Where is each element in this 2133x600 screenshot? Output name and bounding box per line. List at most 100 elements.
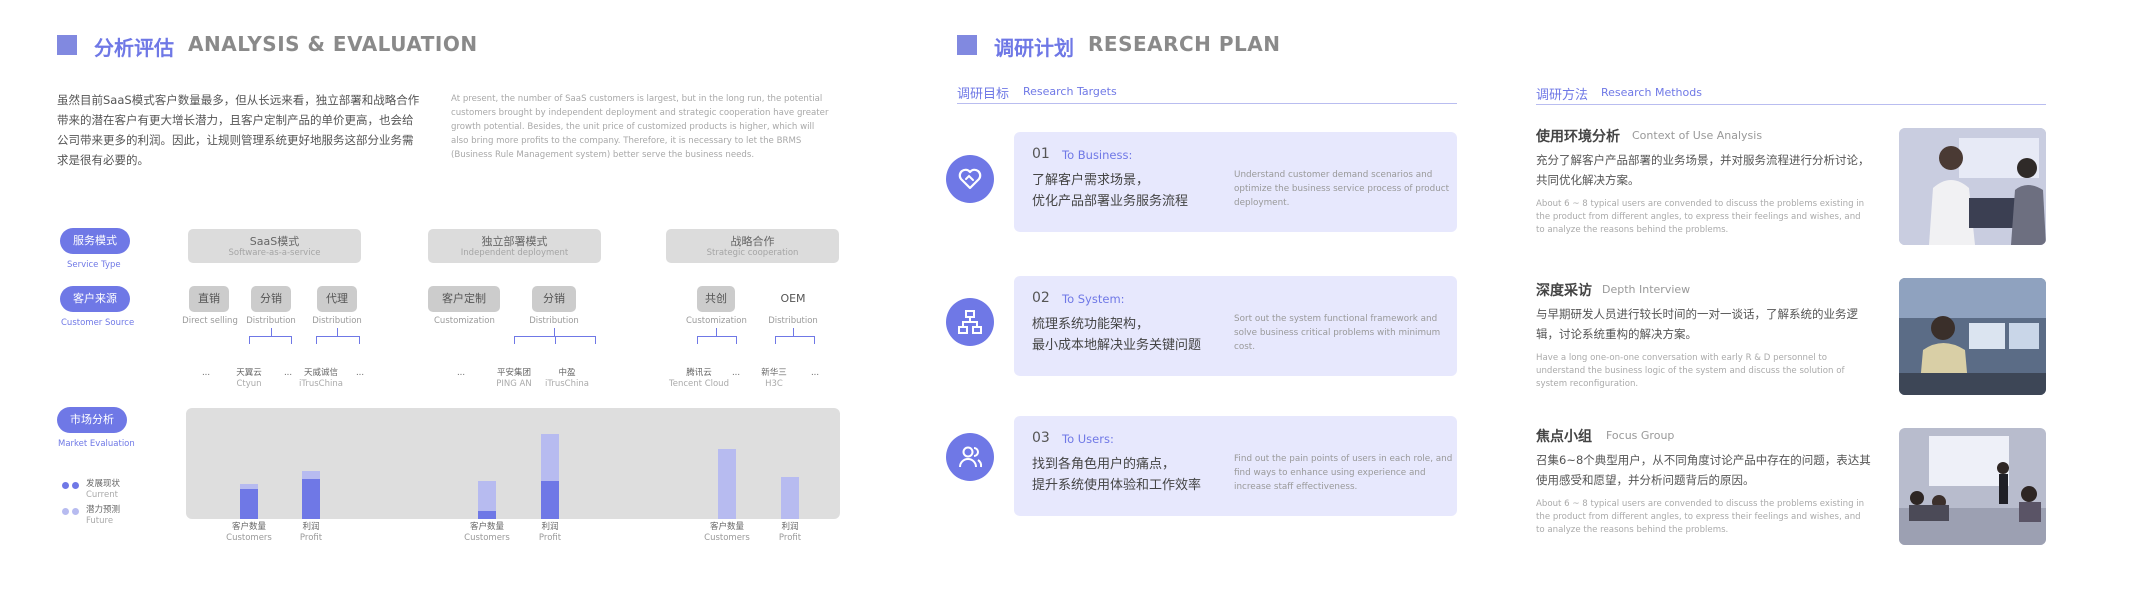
mode-sublabel: Strategic cooperation — [706, 248, 799, 258]
x-label-zh: 利润 — [541, 522, 559, 532]
chart-bar-future — [718, 449, 736, 519]
x-label-zh: 客户数量 — [231, 522, 266, 532]
photo-focus-group — [1899, 428, 2046, 545]
target-desc-en: Find out the pain points of users in eac… — [1234, 454, 1453, 492]
interview-photo-illustration — [1899, 278, 2046, 395]
target-desc-zh: 了解客户需求场景， 优化产品部署业务服务流程 — [1032, 170, 1188, 212]
methods-divider — [1536, 104, 2046, 105]
leaf-item: ... — [196, 368, 216, 379]
tree-line — [793, 328, 794, 336]
method-desc-zh: 与早期研发人员进行较长时间的一对一谈话，了解系统的业务逻辑，讨论系统重构的解决方… — [1536, 307, 1858, 341]
market-chart-area — [186, 408, 840, 519]
tree-line — [814, 336, 815, 344]
tree-line — [554, 328, 555, 336]
source-chip-direct: 直销 — [189, 286, 229, 312]
legend-en: Current — [86, 490, 118, 500]
target-audience: To Users: — [1062, 432, 1114, 446]
tree-line — [716, 328, 717, 336]
mode-box-strategic: 战略合作 Strategic cooperation — [666, 229, 839, 263]
method-desc-zh: 召集6~8个典型用户，从不同角度讨论产品中存在的问题，表达其使用感受和愿望，并分… — [1536, 453, 1871, 487]
method-desc-en: Have a long one-on-one conversation with… — [1536, 353, 1845, 389]
chart-bar-current — [478, 511, 496, 519]
target-line-1: 了解客户需求场景， — [1032, 173, 1150, 188]
leaf-zh: ... — [810, 368, 820, 378]
tree-line — [271, 328, 272, 336]
photo-depth-interview — [1899, 278, 2046, 395]
leaf-en: iTrusChina — [299, 379, 343, 389]
x-label-zh: 利润 — [781, 522, 799, 532]
row-label-service-type-en: Service Type — [67, 260, 121, 270]
chart-x-label: 客户数量 Customers — [219, 522, 279, 544]
target-card-system: 02 To System: 梳理系统功能架构， 最小成本地解决业务关键问题 Sor… — [1014, 276, 1457, 376]
chart-bar-current — [302, 479, 320, 519]
leaf-item: 天威诚信 iTrusChina — [296, 368, 346, 390]
target-line-2: 优化产品部署业务服务流程 — [1032, 194, 1189, 209]
tree-line — [316, 336, 317, 344]
chart-bar-future — [302, 471, 320, 479]
target-line-2: 最小成本地解决业务关键问题 — [1032, 338, 1202, 353]
tree-line — [337, 328, 338, 336]
legend-dot-future — [62, 508, 69, 515]
research-title-zh: 调研计划 — [994, 36, 1074, 60]
row-label-service-type: 服务模式 — [60, 228, 130, 254]
research-title-en: RESEARCH PLAN — [1088, 32, 1281, 56]
chart-bar-current — [240, 489, 258, 519]
leaf-en: Tencent Cloud — [669, 379, 729, 389]
method-title-en: Focus Group — [1606, 429, 1675, 442]
method-title-en: Depth Interview — [1602, 283, 1691, 296]
tree-line — [736, 336, 737, 344]
tree-line — [249, 336, 250, 344]
mode-sublabel: Software-as-a-service — [228, 248, 321, 258]
source-chip-sub: Distribution — [246, 316, 296, 326]
method-title-en: Context of Use Analysis — [1632, 129, 1763, 142]
method-desc-en: About 6 ~ 8 typical users are convended … — [1536, 199, 1865, 235]
tree-line — [595, 336, 596, 344]
leaf-item: 中盈 iTrusChina — [542, 368, 592, 390]
target-card-users: 03 To Users: 找到各角色用户的痛点， 提升系统使用体验和工作效率 Fi… — [1014, 416, 1457, 516]
target-desc-en: Sort out the system functional framework… — [1234, 314, 1441, 352]
x-label-en: Customers — [704, 533, 750, 543]
leaf-zh: ... — [731, 368, 741, 378]
source-chip-sub: Customization — [686, 316, 747, 326]
source-chip-sub: Distribution — [529, 316, 579, 326]
x-label-en: Profit — [778, 533, 802, 543]
leaf-zh: 平安集团 — [496, 368, 531, 378]
legend-dot-current — [72, 482, 79, 489]
source-chip-agent: 代理 — [317, 286, 357, 312]
chart-bar-future — [541, 434, 559, 481]
row-label-market-evaluation: 市场分析 — [57, 407, 127, 433]
mode-label: 战略合作 — [730, 235, 775, 248]
x-label-zh: 利润 — [302, 522, 320, 532]
target-icon-circle — [946, 298, 994, 346]
tree-line — [291, 336, 292, 344]
target-icon-circle — [946, 433, 994, 481]
leaf-item: ... — [350, 368, 370, 379]
target-number: 02 — [1032, 290, 1050, 306]
meeting-photo-illustration — [1899, 128, 2046, 245]
leaf-zh: ... — [283, 368, 293, 378]
methods-heading-zh: 调研方法 — [1536, 88, 1589, 103]
legend-en: Future — [86, 516, 114, 526]
source-chip-distribution: 分销 — [251, 286, 291, 312]
photo-context-analysis — [1899, 128, 2046, 245]
leaf-item: 天翼云 Ctyun — [228, 368, 270, 390]
source-chip-sub: Distribution — [312, 316, 362, 326]
focus-group-photo-illustration — [1899, 428, 2046, 545]
leaf-item: ... — [278, 368, 298, 379]
x-label-en: Customers — [226, 533, 272, 543]
target-line-2: 提升系统使用体验和工作效率 — [1032, 478, 1202, 493]
tree-line — [697, 336, 736, 337]
tree-line — [775, 336, 814, 337]
leaf-zh: 中盈 — [558, 368, 576, 378]
leaf-item: 平安集团 PING AN — [490, 368, 538, 390]
leaf-zh: 天翼云 — [236, 368, 262, 378]
title-square-marker — [957, 35, 977, 55]
method-title-zh: 使用环境分析 — [1536, 129, 1620, 145]
chart-bar-future — [240, 484, 258, 489]
tree-line — [249, 336, 291, 337]
row-label-market-evaluation-en: Market Evaluation — [58, 439, 135, 449]
leaf-zh: ... — [456, 368, 466, 378]
source-chip-customization: 客户定制 — [428, 286, 500, 312]
method-title-zh: 深度采访 — [1536, 283, 1592, 299]
tree-line — [555, 336, 556, 344]
